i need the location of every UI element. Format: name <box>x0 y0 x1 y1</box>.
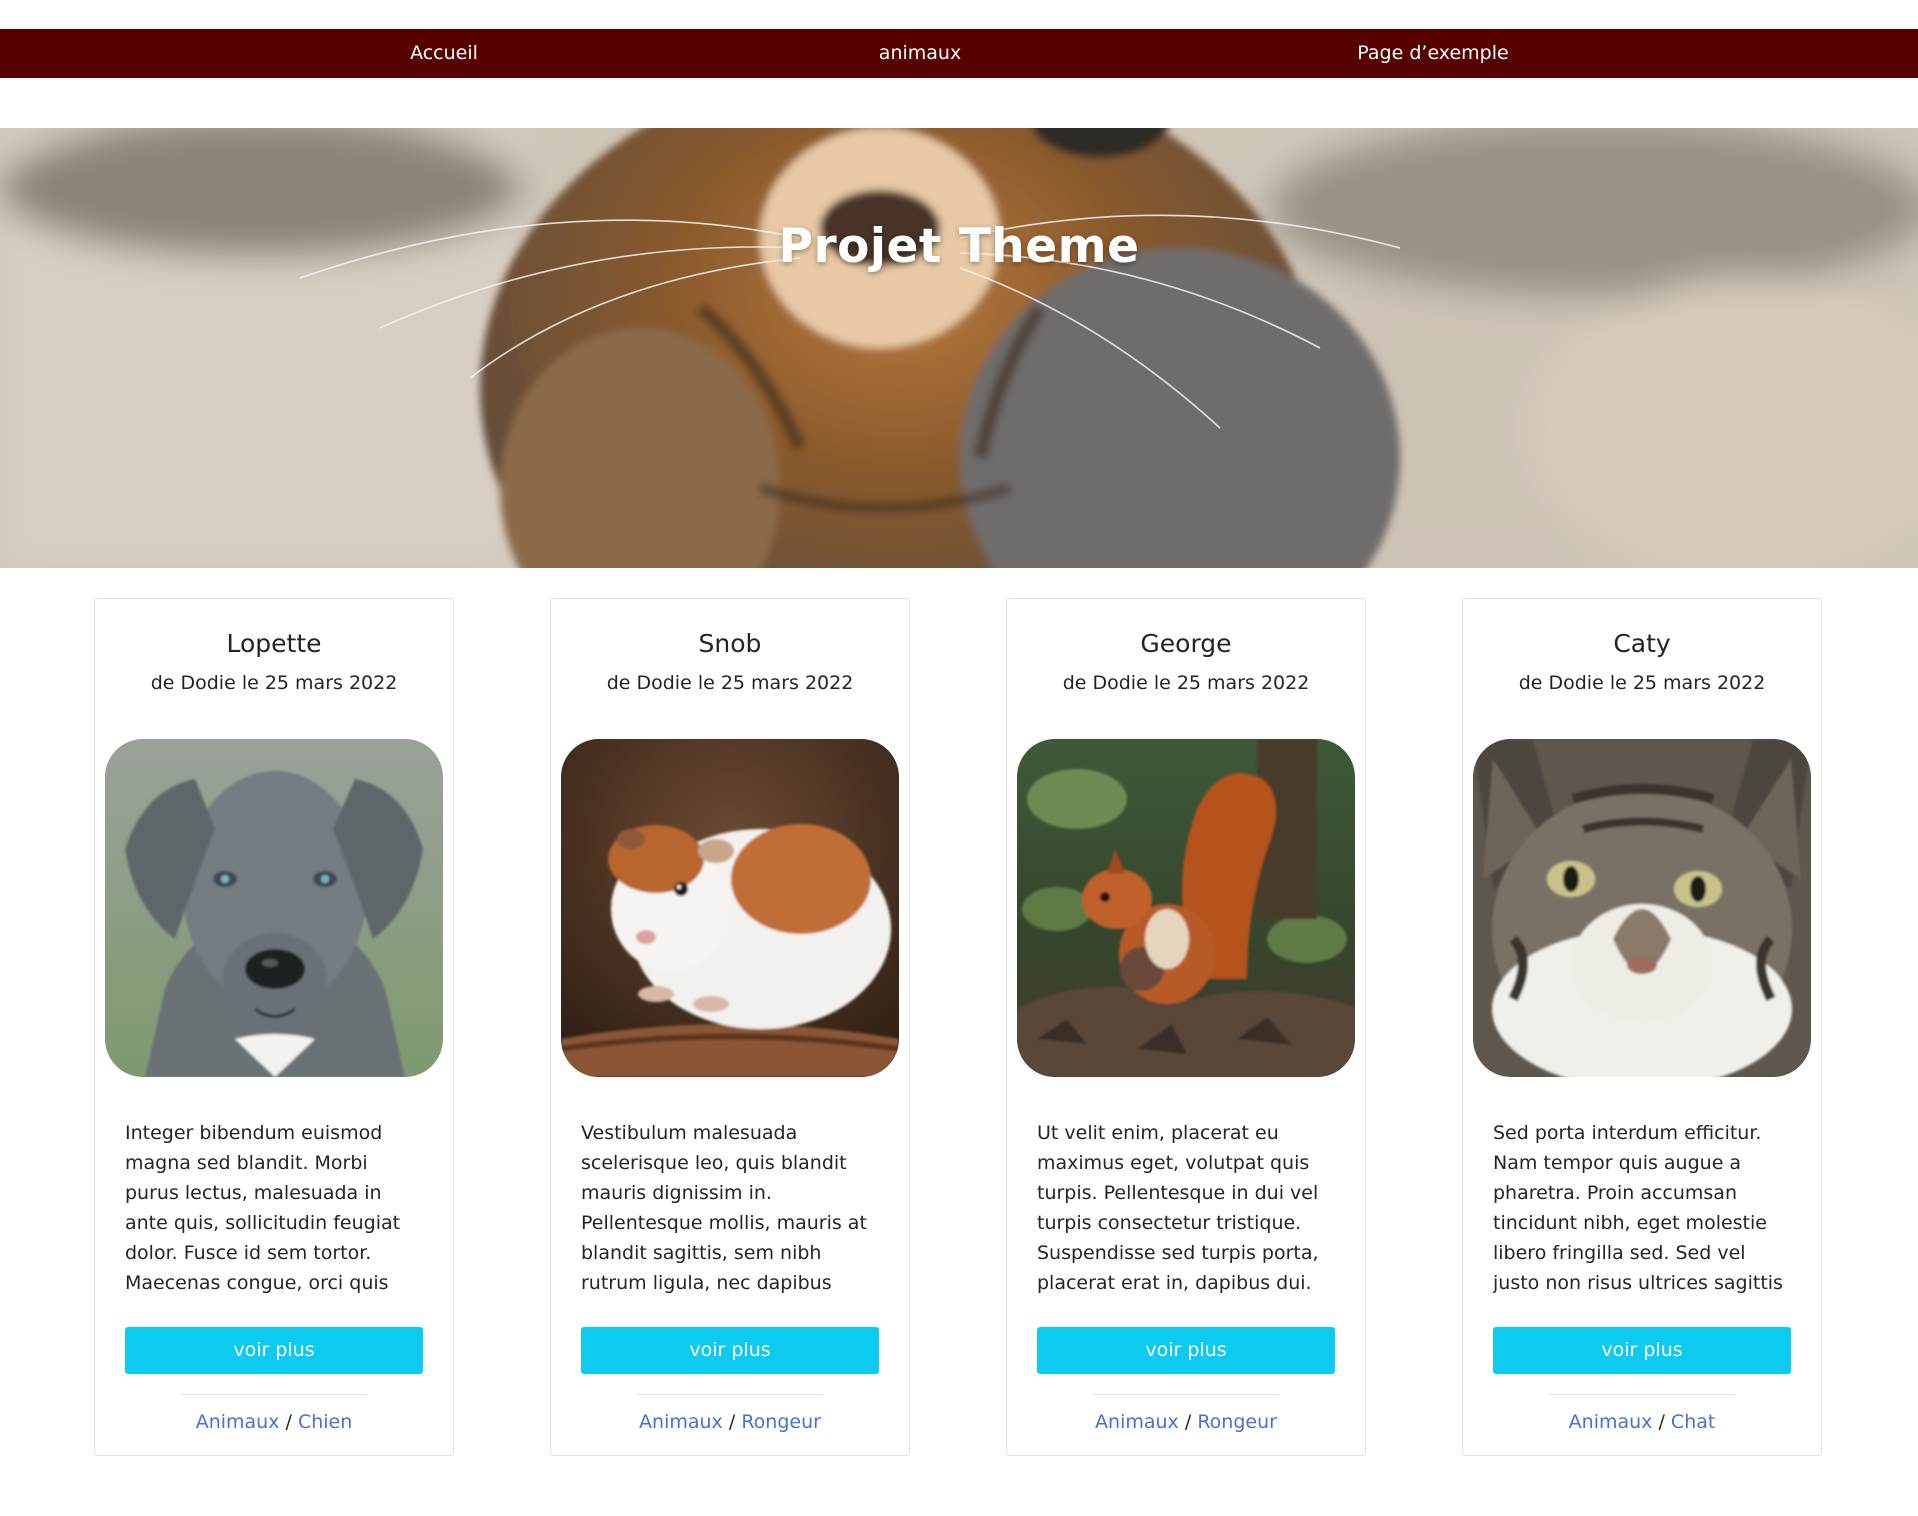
nav-item-animaux[interactable]: animaux <box>879 29 961 78</box>
post-card: Caty de Dodie le 25 mars 2022 Sed porta … <box>1462 598 1822 1456</box>
category-separator: / <box>728 1411 736 1433</box>
voir-plus-button[interactable]: voir plus <box>1037 1327 1335 1374</box>
grey-dog-photo <box>105 739 443 1077</box>
category-link[interactable]: Animaux <box>1095 1411 1179 1433</box>
card-title[interactable]: Snob <box>551 629 909 658</box>
subcategory-link[interactable]: Chien <box>298 1411 352 1433</box>
nav-item-accueil[interactable]: Accueil <box>410 29 478 78</box>
card-meta: de Dodie le 25 mars 2022 <box>1062 672 1310 694</box>
card-title[interactable]: Lopette <box>95 629 453 658</box>
card-meta: de Dodie le 25 mars 2022 <box>606 672 854 694</box>
card-image[interactable] <box>105 739 443 1077</box>
card-categories: Animaux / Rongeur <box>1007 1411 1365 1433</box>
subcategory-link[interactable]: Rongeur <box>741 1411 821 1433</box>
category-link[interactable]: Animaux <box>196 1411 280 1433</box>
card-meta: de Dodie le 25 mars 2022 <box>150 672 398 694</box>
card-meta: de Dodie le 25 mars 2022 <box>1518 672 1766 694</box>
card-divider <box>181 1394 367 1395</box>
card-categories: Animaux / Rongeur <box>551 1411 909 1433</box>
hero-kitten-image <box>0 128 1918 568</box>
card-excerpt: Ut velit enim, placerat eu maximus eget,… <box>1037 1122 1319 1303</box>
category-link[interactable]: Animaux <box>639 1411 723 1433</box>
post-card: Lopette de Dodie le 25 mars 2022 Integer… <box>94 598 454 1456</box>
red-squirrel-photo <box>1017 739 1355 1077</box>
main-navbar: Accueil animaux Page d’exemple <box>0 29 1918 78</box>
card-excerpt: Vestibulum malesuada scelerisque leo, qu… <box>581 1122 867 1303</box>
card-categories: Animaux / Chat <box>1463 1411 1821 1433</box>
card-categories: Animaux / Chien <box>95 1411 453 1433</box>
card-excerpt: Sed porta interdum efficitur. Nam tempor… <box>1493 1122 1783 1303</box>
category-separator: / <box>285 1411 292 1433</box>
card-divider <box>1549 1394 1735 1395</box>
card-image[interactable] <box>1473 739 1811 1077</box>
subcategory-link[interactable]: Chat <box>1671 1411 1715 1433</box>
card-divider <box>1093 1394 1279 1395</box>
card-image[interactable] <box>561 739 899 1077</box>
hero-banner: Projet Theme <box>0 128 1918 568</box>
card-divider <box>637 1394 823 1395</box>
subcategory-link[interactable]: Rongeur <box>1197 1411 1277 1433</box>
nav-item-page-exemple[interactable]: Page d’exemple <box>1357 29 1508 78</box>
category-separator: / <box>1658 1411 1665 1433</box>
post-card: Snob de Dodie le 25 mars 2022 Vestibulum… <box>550 598 910 1456</box>
card-title[interactable]: Caty <box>1463 629 1821 658</box>
category-link[interactable]: Animaux <box>1569 1411 1653 1433</box>
voir-plus-button[interactable]: voir plus <box>581 1327 879 1374</box>
post-card: George de Dodie le 25 mars 2022 Ut velit… <box>1006 598 1366 1456</box>
card-image[interactable] <box>1017 739 1355 1077</box>
voir-plus-button[interactable]: voir plus <box>1493 1327 1791 1374</box>
guinea-pig-photo <box>561 739 899 1077</box>
tabby-cat-photo <box>1473 739 1811 1077</box>
page-title: Projet Theme <box>778 219 1140 275</box>
card-title[interactable]: George <box>1007 629 1365 658</box>
voir-plus-button[interactable]: voir plus <box>125 1327 423 1374</box>
card-excerpt: Integer bibendum euismod magna sed bland… <box>125 1122 401 1303</box>
category-separator: / <box>1184 1411 1192 1433</box>
